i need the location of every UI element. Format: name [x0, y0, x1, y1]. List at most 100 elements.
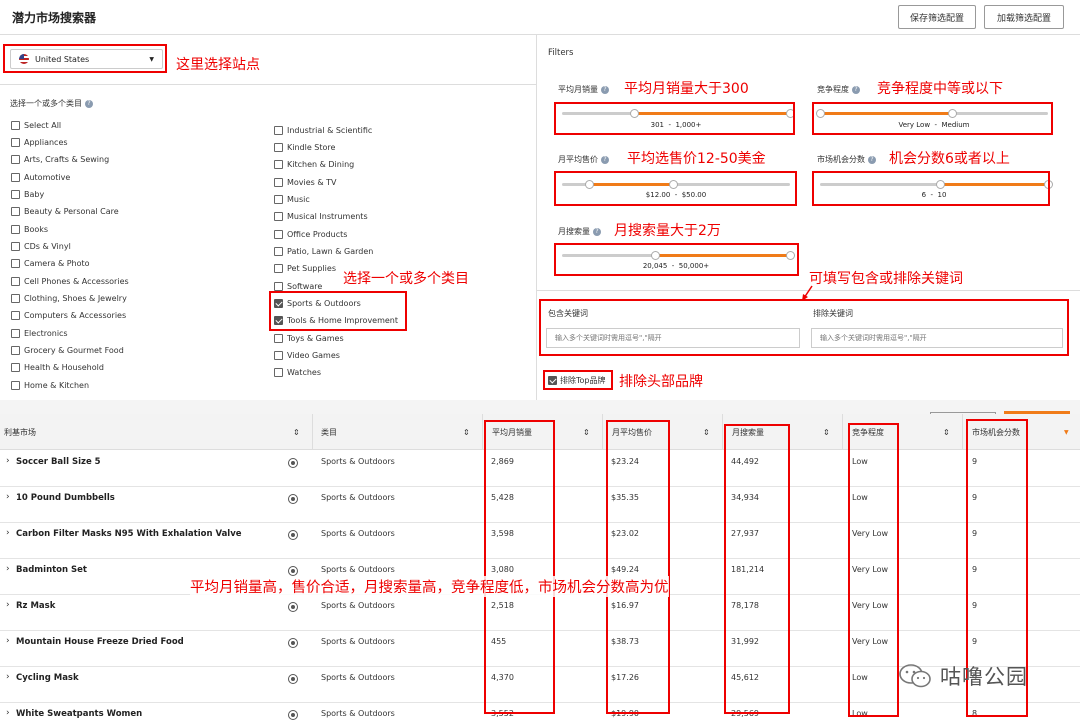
category-option[interactable]: Industrial & Scientific — [274, 124, 372, 136]
category-checkbox[interactable] — [274, 281, 283, 291]
target-icon[interactable] — [288, 530, 298, 540]
category-checkbox[interactable] — [274, 264, 283, 274]
category-checkbox[interactable] — [274, 299, 283, 308]
slider-min-handle[interactable] — [584, 180, 594, 189]
category-option[interactable]: Cell Phones & Accessories — [11, 275, 129, 287]
category-checkbox[interactable] — [11, 294, 20, 303]
category-checkbox[interactable] — [11, 207, 20, 217]
sort-icon[interactable]: ⇕ — [293, 428, 300, 437]
category-checkbox[interactable] — [11, 241, 20, 251]
category-option[interactable]: Select All — [11, 119, 61, 131]
slider-max-handle[interactable] — [785, 251, 795, 260]
slider-max-handle[interactable] — [1043, 180, 1053, 189]
category-option[interactable]: Books — [11, 223, 48, 235]
category-checkbox[interactable] — [11, 155, 20, 165]
category-option[interactable]: Health & Household — [11, 362, 104, 374]
target-icon[interactable] — [288, 602, 298, 612]
include-keywords-input[interactable] — [546, 328, 800, 348]
category-checkbox[interactable] — [274, 194, 283, 204]
col-category[interactable]: 类目 — [321, 414, 337, 450]
col-avg-price[interactable]: 月平均售价 — [612, 414, 652, 450]
table-row[interactable] — [0, 451, 1080, 487]
col-search-volume[interactable]: 月搜索量 — [732, 414, 764, 450]
category-option[interactable]: Toys & Games — [274, 332, 344, 344]
category-option[interactable]: Baby — [11, 188, 44, 200]
target-icon[interactable] — [288, 638, 298, 648]
expand-chevron-icon[interactable]: › — [6, 492, 10, 502]
category-option[interactable]: Movies & TV — [274, 176, 337, 188]
category-option[interactable]: Patio, Lawn & Garden — [274, 245, 373, 257]
expand-chevron-icon[interactable]: › — [6, 708, 10, 718]
category-checkbox[interactable] — [274, 368, 283, 378]
site-select[interactable]: United States ▼ — [10, 49, 163, 69]
category-checkbox[interactable] — [11, 380, 20, 390]
category-option[interactable]: Sports & Outdoors — [274, 298, 361, 310]
category-checkbox[interactable] — [11, 276, 20, 286]
category-option[interactable]: Camera & Photo — [11, 258, 90, 270]
sort-desc-icon[interactable]: ▼ — [1064, 429, 1069, 436]
exclude-keywords-input[interactable] — [811, 328, 1063, 348]
category-checkbox[interactable] — [11, 259, 20, 269]
category-checkbox[interactable] — [11, 363, 20, 373]
category-checkbox[interactable] — [11, 189, 20, 199]
slider-max-handle[interactable] — [669, 180, 679, 189]
category-option[interactable]: Kindle Store — [274, 141, 335, 153]
cell-niche[interactable]: 10 Pound Dumbbells — [16, 493, 115, 503]
category-option[interactable]: Office Products — [274, 228, 347, 240]
category-option[interactable]: Home & Kitchen — [11, 379, 89, 391]
sort-icon[interactable]: ⇕ — [943, 428, 950, 437]
target-icon[interactable] — [288, 674, 298, 684]
category-checkbox[interactable] — [274, 229, 283, 239]
category-option[interactable]: CDs & Vinyl — [11, 240, 71, 252]
category-checkbox[interactable] — [11, 137, 20, 147]
sort-icon[interactable]: ⇕ — [463, 428, 470, 437]
category-checkbox[interactable] — [11, 120, 20, 130]
category-checkbox[interactable] — [274, 316, 283, 326]
category-option[interactable]: Arts, Crafts & Sewing — [11, 154, 109, 166]
target-icon[interactable] — [288, 566, 298, 576]
cell-niche[interactable]: Badminton Set — [16, 565, 87, 575]
save-config-button[interactable]: 保存筛选配置 — [898, 5, 976, 29]
category-option[interactable]: Beauty & Personal Care — [11, 206, 119, 218]
table-row[interactable] — [0, 703, 1080, 721]
expand-chevron-icon[interactable]: › — [6, 600, 10, 610]
category-checkbox[interactable] — [274, 246, 283, 256]
category-option[interactable]: Electronics — [11, 327, 68, 339]
cell-niche[interactable]: Mountain House Freeze Dried Food — [16, 637, 184, 647]
cell-niche[interactable]: Rz Mask — [16, 601, 55, 611]
slider-min-handle[interactable] — [815, 109, 825, 118]
category-checkbox[interactable] — [274, 177, 283, 187]
col-niche[interactable]: 利基市场 — [4, 414, 36, 450]
slider-min-handle[interactable] — [936, 180, 946, 189]
sort-icon[interactable]: ⇕ — [823, 428, 830, 437]
category-option[interactable]: Kitchen & Dining — [274, 159, 354, 171]
sort-icon[interactable]: ⇕ — [703, 428, 710, 437]
slider-min-handle[interactable] — [650, 251, 660, 260]
cell-niche[interactable]: Carbon Filter Masks N95 With Exhalation … — [16, 529, 242, 539]
slider-max-handle[interactable] — [947, 109, 957, 118]
category-checkbox[interactable] — [11, 311, 20, 321]
table-row[interactable] — [0, 595, 1080, 631]
col-competition[interactable]: 竞争程度 — [852, 414, 884, 450]
category-option[interactable]: Software — [274, 280, 322, 292]
category-checkbox[interactable] — [274, 351, 283, 361]
sort-icon[interactable]: ⇕ — [583, 428, 590, 437]
category-checkbox[interactable] — [274, 125, 283, 135]
category-option[interactable]: Music — [274, 193, 310, 205]
category-option[interactable]: Watches — [274, 367, 321, 379]
category-checkbox[interactable] — [274, 212, 283, 222]
cell-niche[interactable]: Soccer Ball Size 5 — [16, 457, 101, 467]
cell-niche[interactable]: White Sweatpants Women — [16, 709, 142, 719]
category-option[interactable]: Automotive — [11, 171, 70, 183]
expand-chevron-icon[interactable]: › — [6, 672, 10, 682]
category-option[interactable]: Tools & Home Improvement — [274, 315, 398, 327]
category-option[interactable]: Appliances — [11, 136, 68, 148]
category-option[interactable]: Clothing, Shoes & Jewelry — [11, 293, 127, 305]
category-checkbox[interactable] — [11, 172, 20, 182]
exclude-top-brands-toggle[interactable]: 排除Top品牌 — [548, 375, 606, 386]
category-checkbox[interactable] — [11, 346, 20, 356]
category-option[interactable]: Video Games — [274, 350, 340, 362]
slider-max-handle[interactable] — [785, 109, 795, 118]
category-checkbox[interactable] — [274, 333, 283, 343]
target-icon[interactable] — [288, 710, 298, 720]
